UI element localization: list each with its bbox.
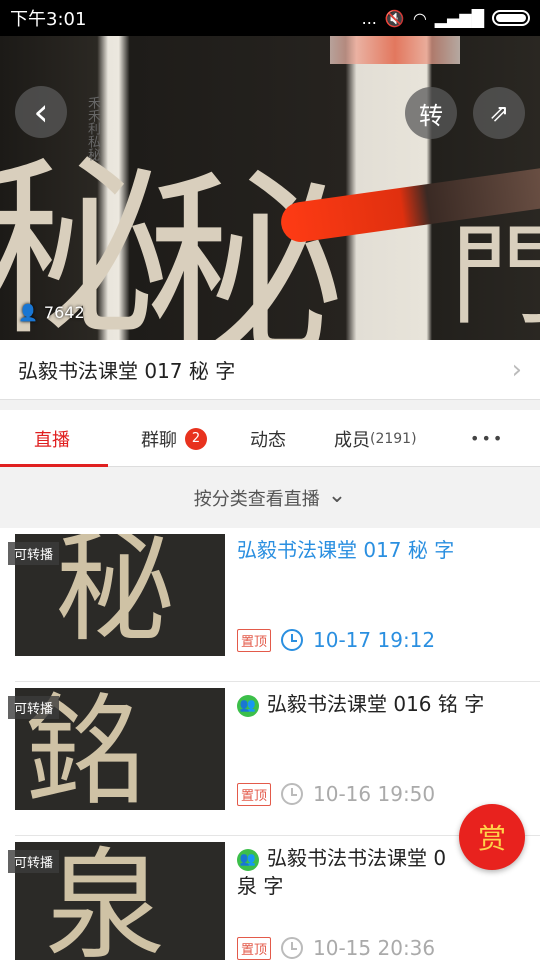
category-filter-label: 按分类查看直播 xyxy=(193,489,320,510)
viewer-count: 👤 7642 xyxy=(18,303,85,322)
item-time: 10-17 19:12 xyxy=(313,628,436,652)
status-time: 下午3:01 xyxy=(10,9,87,30)
back-button[interactable]: ‹ xyxy=(15,86,67,138)
item-meta: 置顶 10-16 19:50 xyxy=(237,782,435,806)
item-meta: 置顶 10-17 19:12 xyxy=(237,628,435,652)
tab-live-label: 直播 xyxy=(34,429,70,451)
reward-button[interactable]: 赏 xyxy=(459,804,525,870)
rebroadcast-tag: 可转播 xyxy=(8,850,60,873)
live-list: 秘 可转播 弘毅书法课堂 017 秘 字 置顶 10-17 19:12 銘 可转… xyxy=(0,528,540,960)
paper-red-stamp xyxy=(330,36,460,64)
thumbnail-char: 泉 xyxy=(45,842,165,960)
thumbnail-char: 秘 xyxy=(55,534,175,656)
category-filter[interactable]: 按分类查看直播 ⌄ xyxy=(0,468,540,528)
repost-button[interactable]: 转 xyxy=(405,87,457,139)
list-item[interactable]: 秘 可转播 弘毅书法课堂 017 秘 字 置顶 10-17 19:12 xyxy=(8,528,540,682)
more-dots-icon: ... xyxy=(361,8,377,28)
item-title-text: 弘毅书法书法课堂 0 xyxy=(267,846,447,870)
active-tab-indicator xyxy=(0,464,108,467)
item-title-text-line2: 泉 字 xyxy=(237,874,284,898)
signal-icon: ▂▄▆█ xyxy=(434,8,484,28)
list-item[interactable]: 泉 可转播 👥 弘毅书法书法课堂 0 泉 字 置顶 10-15 20:36 xyxy=(8,836,540,960)
tab-members[interactable]: 成员 (2191) xyxy=(334,410,417,467)
person-icon: 👤 xyxy=(18,303,38,322)
status-bar: 下午3:01 ... 🔇 ◠ ▂▄▆█ xyxy=(0,0,540,36)
cover-image[interactable]: 秘 秘 門 禾禾利私秘 ‹ 转 ⇗ 👤 7642 xyxy=(0,36,540,340)
pinned-badge: 置顶 xyxy=(237,782,272,806)
status-icons: ... 🔇 ◠ ▂▄▆█ xyxy=(362,9,530,28)
tab-live[interactable]: 直播 xyxy=(34,410,70,467)
group-title: 弘毅书法课堂 017 秘 字 xyxy=(18,359,236,383)
chevron-down-icon: ⌄ xyxy=(327,482,347,508)
tab-members-label: 成员 xyxy=(334,429,370,451)
wifi-icon: ◠ xyxy=(412,8,427,28)
battery-icon xyxy=(492,10,530,26)
cover-small-chars: 禾禾利私秘 xyxy=(85,96,100,161)
item-time: 10-16 19:50 xyxy=(313,782,436,806)
group-icon: 👥 xyxy=(237,695,259,717)
item-title: 👥 弘毅书法课堂 016 铭 字 xyxy=(237,690,537,718)
viewer-count-value: 7642 xyxy=(43,303,85,322)
clock-icon xyxy=(281,629,304,651)
unread-badge: 2 xyxy=(185,427,207,450)
clock-icon xyxy=(281,937,304,959)
item-time: 10-15 20:36 xyxy=(313,936,436,960)
tab-feed-label: 动态 xyxy=(250,429,286,451)
group-icon: 👥 xyxy=(237,849,259,871)
rebroadcast-tag: 可转播 xyxy=(8,542,60,565)
tab-members-count: (2191) xyxy=(370,430,417,447)
chevron-right-icon: › xyxy=(511,354,522,385)
share-icon: ⇗ xyxy=(488,99,510,127)
more-menu-button[interactable]: ••• xyxy=(470,410,504,467)
item-title-text: 弘毅书法课堂 016 铭 字 xyxy=(267,692,485,716)
reward-label: 赏 xyxy=(477,822,506,855)
tab-group-chat-label: 群聊 xyxy=(141,429,177,451)
back-arrow-icon: ‹ xyxy=(33,90,49,134)
group-title-row[interactable]: 弘毅书法课堂 017 秘 字 › xyxy=(0,340,540,400)
tab-feed[interactable]: 动态 xyxy=(250,410,286,467)
pinned-badge: 置顶 xyxy=(237,628,272,652)
repost-label: 转 xyxy=(419,101,443,130)
item-title: 弘毅书法课堂 017 秘 字 xyxy=(237,538,455,562)
item-meta: 置顶 10-15 20:36 xyxy=(237,936,435,960)
more-icon: ••• xyxy=(470,429,505,448)
share-button[interactable]: ⇗ xyxy=(473,87,525,139)
tab-bar: 直播 群聊 2 动态 成员 (2191) ••• xyxy=(0,410,540,467)
list-item[interactable]: 銘 可转播 👥 弘毅书法课堂 016 铭 字 置顶 10-16 19:50 xyxy=(8,682,540,836)
mute-icon: 🔇 xyxy=(384,8,405,28)
rebroadcast-tag: 可转播 xyxy=(8,696,60,719)
clock-icon xyxy=(281,783,304,805)
tab-group-chat[interactable]: 群聊 2 xyxy=(141,410,207,467)
pinned-badge: 置顶 xyxy=(237,936,272,960)
